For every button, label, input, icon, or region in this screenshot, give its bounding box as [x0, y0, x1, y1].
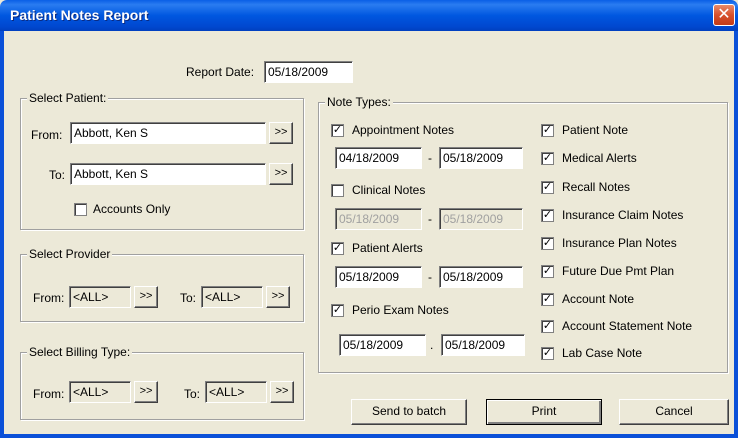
patient-note-label: Patient Note	[562, 123, 629, 137]
provider-from-label: From:	[33, 291, 65, 305]
insurance-plan-notes-checkbox[interactable]: ✓	[541, 237, 554, 250]
recall-notes-label: Recall Notes	[562, 180, 631, 194]
account-statement-note-label: Account Statement Note	[562, 319, 693, 333]
medical-alerts-label: Medical Alerts	[562, 151, 637, 165]
cancel-button[interactable]: Cancel	[619, 399, 729, 425]
provider-to-label: To:	[180, 291, 197, 305]
select-provider-title: Select Provider	[27, 247, 113, 261]
lab-case-note-checkbox[interactable]: ✓	[541, 347, 554, 360]
medical-alerts-checkbox[interactable]: ✓	[541, 152, 554, 165]
patient-note-checkbox[interactable]: ✓	[541, 124, 554, 137]
appointment-notes-to-date[interactable]: 05/18/2009	[439, 147, 523, 169]
window-frame-bottom	[0, 434, 738, 438]
patient-alerts-label: Patient Alerts	[352, 241, 423, 255]
billing-to-browse-button[interactable]: >>	[270, 381, 294, 403]
recall-notes-checkbox[interactable]: ✓	[541, 181, 554, 194]
lab-case-note-label: Lab Case Note	[562, 346, 643, 360]
report-date-label: Report Date:	[186, 65, 255, 79]
insurance-claim-notes-checkbox[interactable]: ✓	[541, 209, 554, 222]
patient-alerts-to-date[interactable]: 05/18/2009	[439, 266, 523, 288]
patient-to-field[interactable]: Abbott, Ken S	[70, 163, 266, 185]
account-statement-note-checkbox[interactable]: ✓	[541, 320, 554, 333]
title-bar[interactable]: Patient Notes Report ✕	[0, 0, 738, 31]
perio-exam-notes-to-date[interactable]: 05/18/2009	[441, 334, 525, 356]
report-date-field[interactable]: 05/18/2009	[264, 61, 353, 83]
clinical-notes-from-date: 05/18/2009	[335, 208, 422, 230]
patient-alerts-date-separator: -	[428, 270, 432, 284]
select-billing-type-title: Select Billing Type:	[27, 345, 133, 359]
clinical-notes-checkbox[interactable]	[331, 184, 344, 197]
patient-alerts-checkbox[interactable]: ✓	[331, 242, 344, 255]
close-icon[interactable]: ✕	[713, 4, 735, 26]
billing-from-label: From:	[33, 387, 65, 401]
provider-from-field[interactable]: <ALL>	[69, 286, 131, 308]
print-button[interactable]: Print	[486, 399, 602, 425]
select-patient-title: Select Patient:	[27, 91, 109, 105]
perio-exam-notes-date-separator: .	[430, 338, 434, 352]
send-to-batch-button[interactable]: Send to batch	[351, 399, 467, 425]
window-frame-left	[0, 31, 4, 438]
clinical-notes-to-date: 05/18/2009	[439, 208, 523, 230]
patient-from-label: From:	[31, 128, 63, 142]
patient-to-browse-button[interactable]: >>	[269, 163, 293, 185]
window-frame-right	[734, 31, 738, 438]
clinical-notes-label: Clinical Notes	[352, 183, 426, 197]
note-types-title: Note Types:	[325, 95, 393, 109]
appointment-notes-checkbox[interactable]: ✓	[331, 124, 344, 137]
insurance-claim-notes-label: Insurance Claim Notes	[562, 208, 684, 222]
billing-from-field[interactable]: <ALL>	[69, 381, 131, 403]
account-note-label: Account Note	[562, 292, 635, 306]
appointment-notes-from-date[interactable]: 04/18/2009	[335, 147, 422, 169]
provider-to-browse-button[interactable]: >>	[266, 286, 290, 308]
patient-from-browse-button[interactable]: >>	[269, 122, 293, 144]
accounts-only-label: Accounts Only	[93, 202, 171, 216]
patient-from-field[interactable]: Abbott, Ken S	[70, 122, 266, 144]
perio-exam-notes-from-date[interactable]: 05/18/2009	[339, 334, 426, 356]
provider-to-field[interactable]: <ALL>	[201, 286, 263, 308]
patient-to-label: To:	[49, 168, 66, 182]
billing-to-field[interactable]: <ALL>	[205, 381, 267, 403]
window-title: Patient Notes Report	[10, 7, 149, 23]
future-due-pmt-plan-label: Future Due Pmt Plan	[562, 264, 675, 278]
account-note-checkbox[interactable]: ✓	[541, 293, 554, 306]
provider-from-browse-button[interactable]: >>	[134, 286, 158, 308]
insurance-plan-notes-label: Insurance Plan Notes	[562, 236, 677, 250]
billing-from-browse-button[interactable]: >>	[134, 381, 158, 403]
patient-alerts-from-date[interactable]: 05/18/2009	[335, 266, 422, 288]
billing-to-label: To:	[184, 387, 201, 401]
perio-exam-notes-checkbox[interactable]: ✓	[331, 304, 344, 317]
appointment-notes-label: Appointment Notes	[352, 123, 455, 137]
future-due-pmt-plan-checkbox[interactable]: ✓	[541, 265, 554, 278]
clinical-notes-date-separator: -	[428, 212, 432, 226]
perio-exam-notes-label: Perio Exam Notes	[352, 303, 449, 317]
accounts-only-checkbox[interactable]	[74, 203, 87, 216]
patient-notes-report-window: Patient Notes Report ✕ Report Date: 05/1…	[0, 0, 738, 438]
appointment-notes-date-separator: -	[428, 151, 432, 165]
